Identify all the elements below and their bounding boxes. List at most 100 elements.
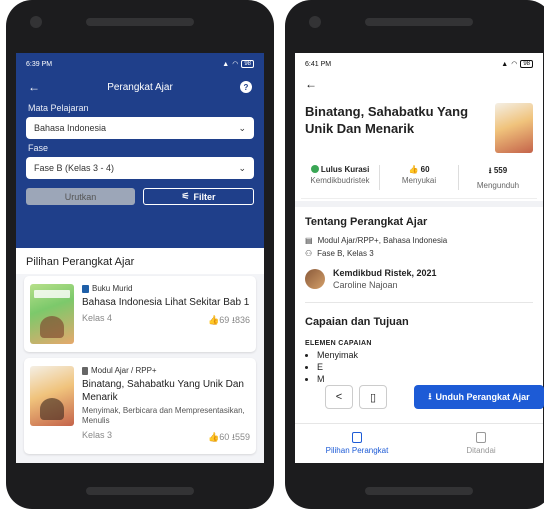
sliders-icon: ⚟	[181, 191, 190, 201]
bottom-nav: Pilihan Perangkat Ditandai	[295, 423, 543, 463]
info-phase: Fase B, Kelas 3	[317, 249, 374, 258]
module-cover-image	[495, 103, 533, 153]
document-icon	[352, 432, 362, 443]
battery-icon: 98	[241, 60, 254, 68]
card-type: Buku Murid	[82, 284, 250, 293]
card-likes: 60	[219, 432, 230, 442]
check-badge-icon	[310, 165, 319, 173]
subject-select[interactable]: Bahasa Indonesia ⌄	[26, 117, 254, 139]
camera	[30, 16, 42, 28]
card-title: Bahasa Indonesia Lihat Sekitar Bab 1	[82, 297, 250, 308]
module-cover-image	[30, 366, 74, 426]
phone-right: 6:41 PM ▲ ◠ 98 ← Binatang, Sahabatku Yan…	[285, 0, 544, 509]
chevron-down-icon: ⌄	[238, 162, 246, 173]
home-bar	[86, 487, 194, 495]
phase-select[interactable]: Fase B (Kelas 3 - 4) ⌄	[26, 157, 254, 179]
speaker	[365, 18, 473, 26]
stat-curation: Lulus Kurasi Kemdikbudristek	[301, 165, 380, 190]
book-icon	[82, 284, 89, 293]
people-icon: ⚇	[305, 249, 313, 258]
chevron-down-icon: ⌄	[238, 122, 246, 133]
card-meta: Kelas 3 👍60 ⭳559	[82, 430, 250, 446]
card-type-label: Buku Murid	[92, 284, 133, 293]
download-label: Unduh Perangkat Ajar	[435, 392, 530, 402]
share-button[interactable]: <	[325, 385, 353, 409]
like-icon: 👍	[208, 315, 220, 325]
stage: 6:39 PM ▲ ◠ 98 ← Perangkat Ajar ? Mata P…	[0, 0, 544, 509]
back-arrow-icon[interactable]: ←	[28, 80, 40, 94]
phase-label: Fase	[28, 143, 49, 153]
stat-downloads: ⭳ 559 Mengunduh	[459, 165, 537, 190]
back-arrow-icon[interactable]: ←	[295, 75, 543, 93]
card-grade: Kelas 4	[82, 313, 113, 323]
card-type: Modul Ajar / RPP+	[82, 366, 250, 375]
app-bar: ← Perangkat Ajar ?	[16, 75, 264, 99]
list-item[interactable]: Buku Murid Bahasa Indonesia Lihat Sekita…	[24, 276, 256, 352]
stat-label: Kemdikbudristek	[310, 176, 370, 185]
battery-icon: 98	[520, 60, 533, 68]
status-time: 6:39 PM	[26, 60, 53, 68]
nav-item-pilihan[interactable]: Pilihan Perangkat	[295, 424, 419, 463]
phone-left: 6:39 PM ▲ ◠ 98 ← Perangkat Ajar ? Mata P…	[6, 0, 274, 509]
sort-button[interactable]: Urutkan	[26, 188, 135, 205]
card-meta: Kelas 4 👍69 ⭳836	[82, 313, 250, 329]
action-bar: < ▯	[325, 385, 387, 409]
detail-title: Binatang, Sahabatku Yang Unik Dan Menari…	[305, 104, 469, 136]
book-cover-image	[30, 284, 74, 344]
like-icon: 👍	[208, 432, 220, 442]
card-counts: 👍60 ⭳559	[208, 430, 250, 446]
home-bar	[365, 487, 473, 495]
stat-value: 559	[493, 166, 508, 175]
filter-button-label: Filter	[193, 191, 216, 202]
card-likes: 69	[219, 315, 230, 325]
screen-left: 6:39 PM ▲ ◠ 98 ← Perangkat Ajar ? Mata P…	[16, 53, 264, 463]
list-item[interactable]: Modul Ajar / RPP+ Binatang, Sahabatku Ya…	[24, 358, 256, 454]
list-item: M	[317, 373, 533, 385]
stat-label: Mengunduh	[476, 181, 520, 190]
nav-item-ditandai[interactable]: Ditandai	[419, 424, 543, 463]
info-type: Modul Ajar/RPP+, Bahasa Indonesia	[317, 236, 448, 245]
goals-heading: Capaian dan Tujuan	[305, 316, 409, 328]
card-counts: 👍69 ⭳836	[208, 313, 250, 329]
result-list: Buku Murid Bahasa Indonesia Lihat Sekita…	[16, 274, 264, 463]
avatar	[305, 269, 325, 289]
status-icons: ▲ ◠ 98	[222, 60, 254, 68]
bookmark-icon: ▯	[369, 391, 377, 404]
download-icon: ⭳	[428, 391, 432, 401]
nav-label: Pilihan Perangkat	[325, 446, 389, 455]
section-title: Pilihan Perangkat Ajar	[26, 256, 135, 268]
bookmark-button[interactable]: ▯	[359, 385, 387, 409]
action-row: Urutkan ⚟ Filter	[16, 179, 264, 205]
card-downloads: 559	[234, 432, 250, 442]
share-icon: <	[335, 391, 343, 403]
signal-icon: ▲	[222, 60, 230, 68]
card-downloads: 836	[234, 315, 250, 325]
list-item: E	[317, 361, 533, 373]
element-label: ELEMEN CAPAIAN	[305, 340, 372, 347]
element-list: Menyimak E M	[295, 349, 543, 385]
stat-likes: 👍 60 Menyukai	[380, 165, 459, 190]
like-icon: 👍	[408, 165, 419, 174]
download-button[interactable]: ⭳ Unduh Perangkat Ajar	[414, 385, 544, 409]
folder-icon	[476, 432, 486, 443]
status-bar: 6:41 PM ▲ ◠ 98	[295, 53, 543, 75]
filter-button[interactable]: ⚟ Filter	[143, 188, 254, 205]
subject-label: Mata Pelajaran	[28, 103, 89, 113]
filter-header: ← Perangkat Ajar ? Mata Pelajaran Bahasa…	[16, 75, 264, 248]
info-phase-row: ⚇ Fase B, Kelas 3	[295, 247, 543, 260]
subject-value: Bahasa Indonesia	[34, 123, 107, 133]
signal-icon: ▲	[501, 60, 509, 68]
help-icon[interactable]: ?	[239, 81, 252, 93]
wifi-icon: ◠	[511, 61, 518, 68]
document-icon	[82, 366, 88, 375]
status-bar: 6:39 PM ▲ ◠ 98	[16, 53, 264, 75]
about-heading: Tentang Perangkat Ajar	[305, 216, 428, 228]
author-name: Caroline Najoan	[333, 280, 398, 290]
document-icon: ▤	[305, 236, 313, 245]
author-org: Kemdikbud Ristek, 2021	[333, 268, 437, 278]
card-grade: Kelas 3	[82, 430, 113, 440]
camera	[309, 16, 321, 28]
speaker	[86, 18, 194, 26]
info-type-row: ▤ Modul Ajar/RPP+, Bahasa Indonesia	[295, 234, 543, 247]
stats-row: Lulus Kurasi Kemdikbudristek 👍 60 Menyuk…	[301, 165, 537, 199]
